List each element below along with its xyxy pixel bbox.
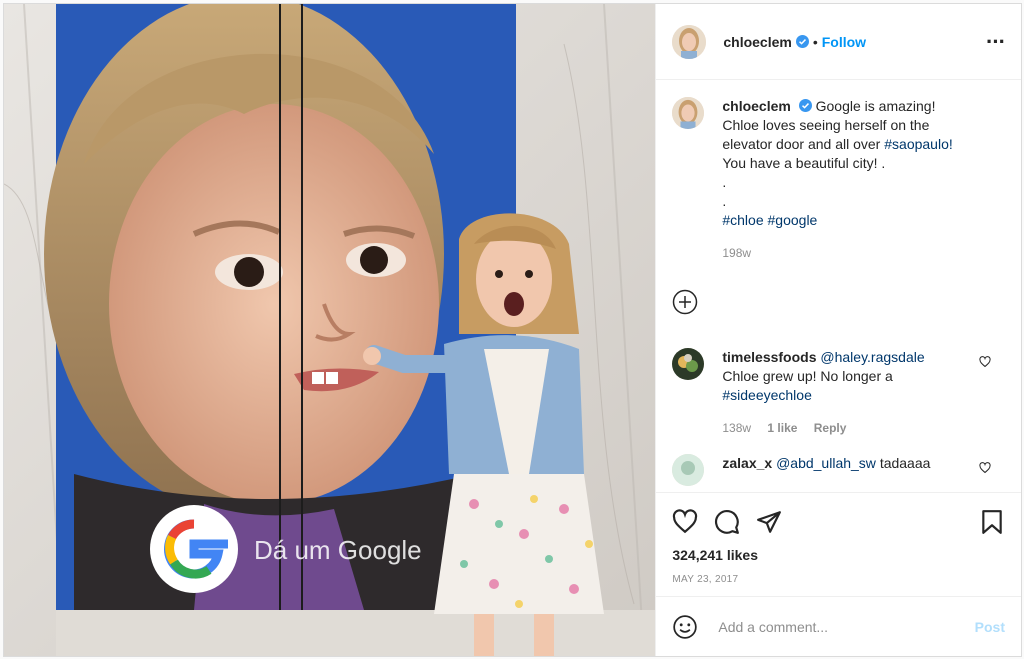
like-comment-heart-icon[interactable] xyxy=(979,356,991,368)
comment-meta: 138w 1 like Reply xyxy=(722,419,979,438)
separator-dot: • xyxy=(812,33,818,50)
likes-count[interactable]: 324,241 likes xyxy=(672,547,1005,563)
post-date[interactable]: MAY 23, 2017 xyxy=(672,574,1005,585)
post-comment-button[interactable]: Post xyxy=(975,619,1005,635)
hashtag-link[interactable]: #sideeyechloe xyxy=(722,387,812,403)
post-actions: 324,241 likes MAY 23, 2017 xyxy=(656,492,1021,600)
caption-text: . xyxy=(722,174,727,190)
comment-text: tadaaaa xyxy=(879,455,931,471)
share-paper-plane-icon[interactable] xyxy=(756,509,782,535)
comment-bubble-icon[interactable] xyxy=(714,509,740,535)
username[interactable]: chloeclem xyxy=(723,34,791,50)
post-header: chloeclem • Follow ··· xyxy=(656,4,1021,80)
emoji-smiley-icon[interactable] xyxy=(672,614,698,640)
caption-text: Chloe loves seeing herself on the xyxy=(722,117,930,133)
save-bookmark-icon[interactable] xyxy=(979,509,1005,535)
comments-list[interactable]: chloeclem Google is amazing! Chloe loves… xyxy=(656,81,1021,492)
verified-badge-icon xyxy=(798,99,812,112)
hashtag-link[interactable]: #google xyxy=(768,212,818,228)
caption: chloeclem Google is amazing! Chloe loves… xyxy=(672,97,1005,263)
caption-body: chloeclem Google is amazing! Chloe loves… xyxy=(722,97,1005,263)
caption-username[interactable]: chloeclem xyxy=(722,98,790,114)
comment-timestamp[interactable]: 138w xyxy=(722,421,751,435)
verified-badge-icon xyxy=(795,35,809,48)
reply-button[interactable]: Reply xyxy=(814,421,847,435)
comment-body: timelessfoods @haley.ragsdale Chloe grew… xyxy=(722,348,979,438)
caption-text: Google is amazing! xyxy=(815,98,936,114)
more-options-icon[interactable]: ··· xyxy=(986,30,1006,52)
avatar[interactable] xyxy=(672,24,707,59)
post-photo[interactable]: Dá um Google xyxy=(4,4,656,656)
mention-link[interactable]: @haley.ragsdale xyxy=(820,349,924,365)
commenter-avatar[interactable] xyxy=(672,454,705,486)
comment-text: Chloe grew up! No longer a xyxy=(722,368,893,384)
caption-text: You have a beautiful city! . xyxy=(722,155,886,171)
add-comment-bar: Post xyxy=(656,596,1021,656)
comment-likes[interactable]: 1 like xyxy=(767,421,797,435)
avatar-image xyxy=(672,454,705,486)
comment-item: timelessfoods @haley.ragsdale Chloe grew… xyxy=(672,348,1005,438)
post-side-panel: chloeclem • Follow ··· chloeclem Google … xyxy=(655,4,1021,656)
comment-username[interactable]: timelessfoods xyxy=(722,349,816,365)
elevator-text: Dá um Google xyxy=(254,535,422,565)
follow-button[interactable]: Follow xyxy=(822,34,866,50)
hashtag-link[interactable]: #chloe xyxy=(722,212,763,228)
avatar-image xyxy=(672,97,705,129)
mention-link[interactable]: @abd_ullah_sw xyxy=(776,455,876,471)
caption-meta: 198w xyxy=(722,244,1005,263)
comment-body: zalax_x @abd_ullah_sw tadaaaa xyxy=(722,454,979,486)
comment-username[interactable]: zalax_x xyxy=(722,455,772,471)
hashtag-link[interactable]: #saopaulo! xyxy=(884,136,953,152)
instagram-post: Dá um Google chloeclem • Follow ··· chlo… xyxy=(3,3,1022,657)
avatar[interactable] xyxy=(672,97,705,129)
caption-text: elevator door and all over xyxy=(722,136,881,152)
load-more-comments-icon[interactable] xyxy=(672,289,698,315)
commenter-avatar[interactable] xyxy=(672,348,705,380)
like-heart-icon[interactable] xyxy=(672,509,698,535)
comment-input[interactable] xyxy=(716,617,975,636)
avatar-image xyxy=(672,348,705,380)
photo-illustration: Dá um Google xyxy=(4,4,656,656)
caption-timestamp[interactable]: 198w xyxy=(722,246,751,260)
comment-item: zalax_x @abd_ullah_sw tadaaaa xyxy=(672,454,1005,486)
like-comment-heart-icon[interactable] xyxy=(979,462,991,474)
caption-text: . xyxy=(722,193,727,209)
avatar-image xyxy=(672,24,707,59)
action-icons xyxy=(672,507,1005,537)
